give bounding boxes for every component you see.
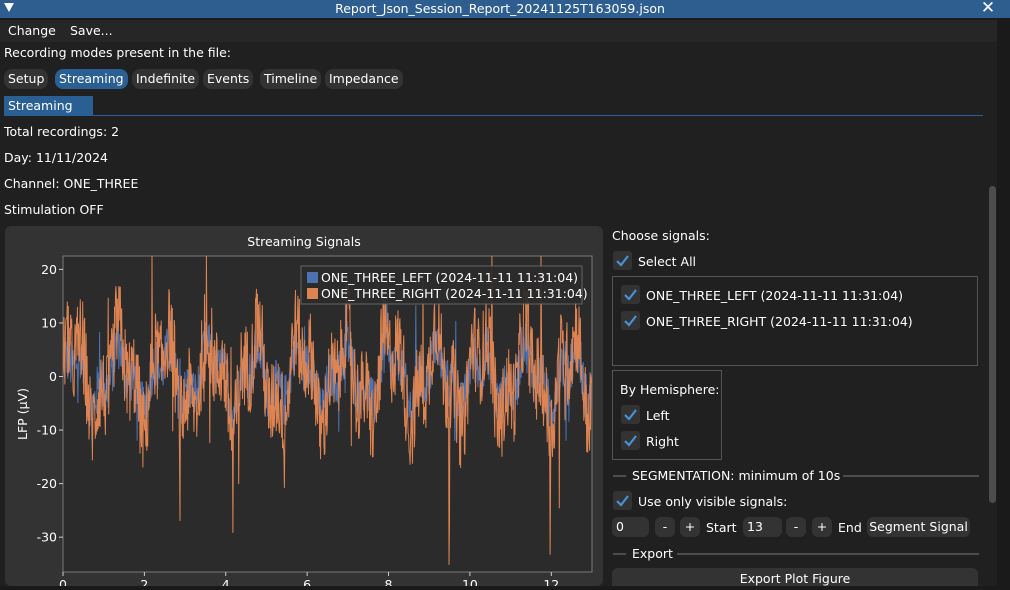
window-title: Report_Json_Session_Report_20241125T1630… <box>335 1 665 16</box>
visible-only-checkbox[interactable] <box>613 491 632 510</box>
recording-channel: Channel: ONE_THREE <box>4 176 139 191</box>
hemisphere-left-checkbox[interactable] <box>621 405 640 424</box>
recording-modes-heading: Recording modes present in the file: <box>4 45 232 60</box>
start-increment-button[interactable]: + <box>680 517 700 537</box>
end-input[interactable]: 13 <box>743 517 782 537</box>
tab-streaming[interactable]: Streaming <box>4 96 93 115</box>
signal-left-label: ONE_THREE_LEFT (2024-11-11 11:31:04) <box>646 288 904 303</box>
end-increment-button[interactable]: + <box>812 517 832 537</box>
tab-underline <box>4 115 983 116</box>
choose-signals-heading: Choose signals: <box>612 228 710 243</box>
mode-timeline[interactable]: Timeline <box>260 69 322 89</box>
close-icon[interactable]: ✕ <box>979 0 997 18</box>
mode-indefinite[interactable]: Indefinite <box>132 69 200 89</box>
legend-label: ONE_THREE_RIGHT (2024-11-11 11:31:04) <box>321 286 588 301</box>
signal-right-checkbox[interactable] <box>621 311 640 330</box>
hemisphere-left-label: Left <box>646 408 670 423</box>
end-label: End <box>838 520 862 535</box>
mode-impedance[interactable]: Impedance <box>325 69 403 89</box>
signal-right-label: ONE_THREE_RIGHT (2024-11-11 11:31:04) <box>646 314 913 329</box>
export-heading: Export <box>632 546 673 561</box>
total-recordings: Total recordings: 2 <box>4 124 120 139</box>
legend-swatch <box>307 288 318 299</box>
start-label: Start <box>706 520 737 535</box>
y-tick-label: -20 <box>37 476 57 491</box>
segment-signal-button[interactable]: Segment Signal <box>867 517 970 537</box>
streaming-chart[interactable]: 20 10 0 -10 -20 -30 0 2 4 6 8 10 12 LFP (μV) ONE_THREE… <box>5 246 603 586</box>
x-tick-label: 6 <box>303 577 311 586</box>
mode-events[interactable]: Events <box>203 69 254 89</box>
signal-left-checkbox[interactable] <box>621 285 640 304</box>
select-all-label: Select All <box>638 254 697 269</box>
y-tick-label: -10 <box>37 423 57 438</box>
recording-day: Day: 11/11/2024 <box>4 150 109 165</box>
x-tick-label: 12 <box>543 577 559 586</box>
menu-bar: Change Save... <box>0 20 997 42</box>
segmentation-separator-right <box>843 475 979 477</box>
end-decrement-button[interactable]: - <box>786 517 806 537</box>
segmentation-heading: SEGMENTATION: minimum of 10s <box>632 468 841 483</box>
y-tick-label: 20 <box>41 262 57 277</box>
export-separator-right <box>677 553 979 555</box>
start-decrement-button[interactable]: - <box>655 517 675 537</box>
legend-swatch <box>307 272 318 283</box>
legend-label: ONE_THREE_LEFT (2024-11-11 11:31:04) <box>321 270 578 285</box>
mode-setup[interactable]: Setup <box>4 69 49 89</box>
title-bar: Report_Json_Session_Report_20241125T1630… <box>0 0 1010 18</box>
x-tick-label: 8 <box>385 577 393 586</box>
y-tick-label: 0 <box>49 369 57 384</box>
visible-only-label: Use only visible signals: <box>638 494 788 509</box>
hemisphere-heading: By Hemisphere: <box>620 382 720 397</box>
x-tick-label: 4 <box>222 577 230 586</box>
segmentation-separator-left <box>613 475 626 477</box>
x-tick-label: 2 <box>140 577 148 586</box>
x-tick-label: 10 <box>462 577 478 586</box>
scrollbar-thumb[interactable] <box>989 186 996 503</box>
menu-save[interactable]: Save... <box>70 23 113 39</box>
hemisphere-right-checkbox[interactable] <box>621 431 640 450</box>
x-tick-label: 0 <box>59 577 67 586</box>
select-all-checkbox[interactable] <box>613 251 632 270</box>
mode-streaming[interactable]: Streaming <box>55 69 128 89</box>
hemisphere-right-label: Right <box>646 434 679 449</box>
y-tick-label: -30 <box>37 530 57 545</box>
export-plot-button[interactable]: Export Plot Figure <box>612 568 978 586</box>
y-tick-label: 10 <box>41 315 57 330</box>
y-axis-label: LFP (μV) <box>15 388 30 440</box>
stimulation-status: Stimulation OFF <box>4 202 104 217</box>
menu-change[interactable]: Change <box>8 23 56 39</box>
export-separator-left <box>613 553 626 555</box>
start-input[interactable]: 0 <box>612 517 649 537</box>
